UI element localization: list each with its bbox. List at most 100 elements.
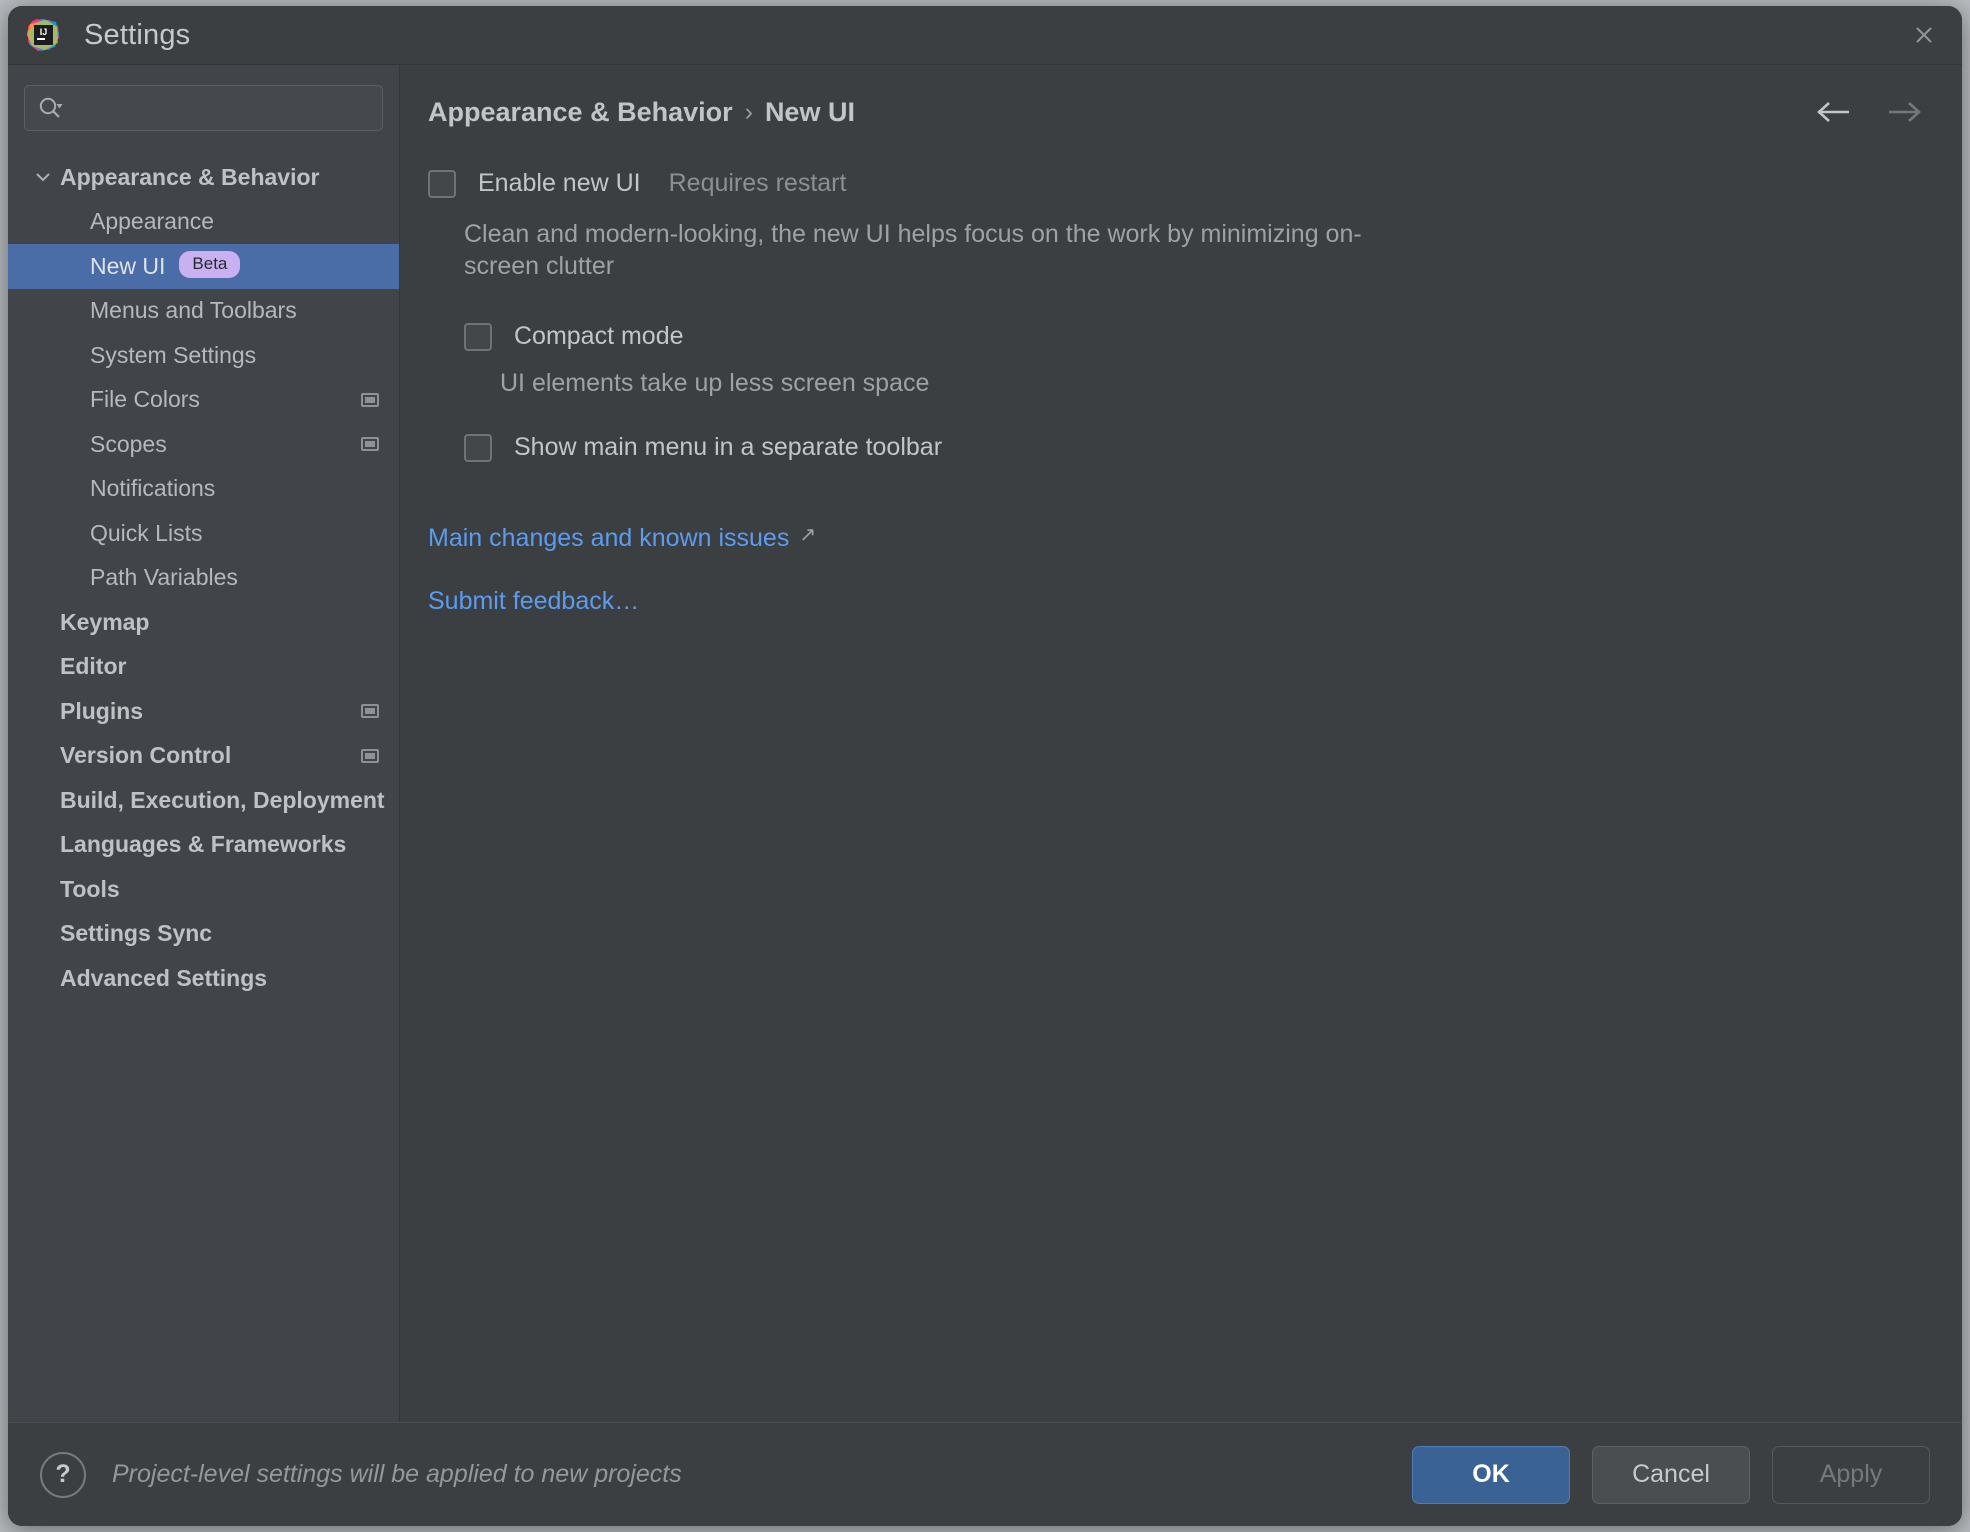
settings-dialog: IJ Settings Appearance & Behavior Appear… [8, 6, 1962, 1526]
compact-mode-checkbox[interactable] [464, 322, 492, 351]
sidebar-item-version-control[interactable]: Version Control [8, 734, 399, 779]
enable-new-ui-label: Enable new UI [478, 169, 641, 197]
chevron-right-icon[interactable] [30, 832, 56, 858]
sidebar-item-languages-frameworks[interactable]: Languages & Frameworks [8, 823, 399, 868]
sidebar-item-advanced-settings[interactable]: Advanced Settings [8, 956, 399, 1001]
close-button[interactable] [1886, 6, 1962, 64]
main-changes-link[interactable]: Main changes and known issues ↗ [428, 524, 816, 553]
sidebar-item-scopes[interactable]: Scopes [8, 422, 399, 467]
close-icon [1916, 27, 1932, 43]
search-box[interactable] [24, 85, 383, 131]
project-level-setting-icon [361, 392, 379, 407]
breadcrumb-parent[interactable]: Appearance & Behavior [428, 97, 733, 128]
sidebar-item-file-colors[interactable]: File Colors [8, 378, 399, 423]
sidebar-item-label: System Settings [90, 341, 257, 368]
footer-buttons: OK Cancel Apply [1412, 1445, 1930, 1504]
apply-button[interactable]: Apply [1772, 1445, 1930, 1504]
chevron-right-icon[interactable] [30, 787, 56, 813]
svg-text:IJ: IJ [40, 27, 48, 37]
project-level-setting-icon [361, 704, 379, 719]
sidebar-item-label: New UI [90, 252, 166, 279]
cancel-button[interactable]: Cancel [1592, 1445, 1750, 1504]
chevron-down-icon[interactable] [30, 164, 56, 190]
arrow-left-icon [1817, 102, 1849, 122]
sidebar-item-label: Quick Lists [90, 519, 203, 546]
sidebar-item-build-execution-deployment[interactable]: Build, Execution, Deployment [8, 778, 399, 823]
window-title: Settings [84, 18, 191, 51]
sidebar-item-quick-lists[interactable]: Quick Lists [8, 511, 399, 556]
search-icon [39, 97, 63, 118]
sidebar-item-label: Version Control [60, 742, 232, 769]
chevron-right-icon[interactable] [60, 342, 86, 368]
separate-toolbar-checkbox[interactable] [464, 433, 492, 462]
enable-new-ui-description: Clean and modern-looking, the new UI hel… [464, 220, 1362, 280]
footer-note: Project-level settings will be applied t… [112, 1460, 682, 1488]
forward-button[interactable] [1882, 99, 1922, 125]
settings-sidebar: Appearance & Behavior Appearance New UI Bet… [8, 65, 400, 1422]
breadcrumb: Appearance & Behavior › New UI [428, 97, 855, 128]
sidebar-item-appearance-behavior[interactable]: Appearance & Behavior [8, 155, 399, 200]
separate-toolbar-label: Show main menu in a separate toolbar [514, 433, 943, 461]
breadcrumb-bar: Appearance & Behavior › New UI [400, 65, 1962, 137]
sidebar-item-label: Editor [60, 653, 127, 680]
sidebar-item-label: File Colors [90, 386, 200, 413]
sidebar-item-tools[interactable]: Tools [8, 867, 399, 912]
chevron-right-icon[interactable] [30, 654, 56, 680]
sidebar-item-editor[interactable]: Editor [8, 645, 399, 690]
enable-new-ui-row[interactable]: Enable new UI Requires restart [428, 169, 1934, 198]
sidebar-item-label: Tools [60, 875, 120, 902]
sidebar-item-menus-and-toolbars[interactable]: Menus and Toolbars [8, 289, 399, 334]
sidebar-item-label: Settings Sync [60, 920, 213, 947]
project-level-setting-icon [361, 437, 379, 452]
sidebar-item-label: Appearance & Behavior [60, 163, 320, 190]
sidebar-item-label: Notifications [90, 475, 216, 502]
sidebar-item-system-settings[interactable]: System Settings [8, 333, 399, 378]
submit-feedback-link-label: Submit feedback… [428, 587, 640, 615]
question-mark-icon: ? [55, 1460, 71, 1488]
sidebar-item-path-variables[interactable]: Path Variables [8, 556, 399, 601]
search-input[interactable] [71, 97, 370, 119]
main-changes-link-label: Main changes and known issues [428, 524, 790, 552]
intellij-idea-logo-icon: IJ [26, 18, 60, 52]
sidebar-item-label: Advanced Settings [60, 964, 268, 991]
enable-new-ui-checkbox[interactable] [428, 169, 456, 198]
back-button[interactable] [1816, 99, 1856, 125]
sidebar-item-label: Keymap [60, 608, 150, 635]
project-level-setting-icon [361, 748, 379, 763]
arrow-right-icon [1889, 102, 1921, 122]
chevron-right-icon[interactable] [30, 743, 56, 769]
separate-toolbar-row[interactable]: Show main menu in a separate toolbar [464, 433, 1934, 462]
sidebar-item-label: Plugins [60, 697, 144, 724]
submit-feedback-link[interactable]: Submit feedback… [428, 587, 639, 616]
requires-restart-note: Requires restart [668, 169, 847, 197]
dialog-body: Appearance & Behavior Appearance New UI Bet… [8, 64, 1962, 1422]
sidebar-item-label: Path Variables [90, 564, 238, 591]
title-bar: IJ Settings [8, 6, 1962, 64]
sidebar-item-appearance[interactable]: Appearance [8, 200, 399, 245]
compact-mode-row[interactable]: Compact mode [464, 322, 1934, 351]
sidebar-item-settings-sync[interactable]: Settings Sync [8, 912, 399, 957]
sidebar-item-label: Scopes [90, 430, 167, 457]
breadcrumb-separator: › [744, 97, 753, 126]
external-link-icon: ↗ [799, 524, 817, 546]
sidebar-item-label: Appearance [90, 208, 215, 235]
sidebar-item-keymap[interactable]: Keymap [8, 600, 399, 645]
compact-mode-description: UI elements take up less screen space [500, 369, 930, 397]
settings-content-panel: Appearance & Behavior › New UI Enable ne… [400, 65, 1962, 1422]
nav-buttons [1816, 99, 1922, 125]
search-area [8, 65, 399, 145]
chevron-right-icon[interactable] [30, 876, 56, 902]
breadcrumb-current: New UI [764, 96, 855, 127]
settings-tree: Appearance & Behavior Appearance New UI Bet… [8, 145, 399, 1422]
sidebar-item-plugins[interactable]: Plugins [8, 689, 399, 734]
beta-badge: Beta [179, 250, 241, 278]
sidebar-item-label: Build, Execution, Deployment [60, 786, 385, 813]
dialog-footer: ? Project-level settings will be applied… [8, 1422, 1962, 1526]
ok-button[interactable]: OK [1412, 1445, 1570, 1504]
sidebar-item-notifications[interactable]: Notifications [8, 467, 399, 512]
help-button[interactable]: ? [40, 1451, 86, 1498]
compact-mode-label: Compact mode [514, 322, 684, 350]
sidebar-item-label: Menus and Toolbars [90, 297, 297, 324]
new-ui-settings: Enable new UI Requires restart Clean and… [400, 137, 1962, 616]
sidebar-item-new-ui[interactable]: New UI Beta [8, 244, 399, 289]
